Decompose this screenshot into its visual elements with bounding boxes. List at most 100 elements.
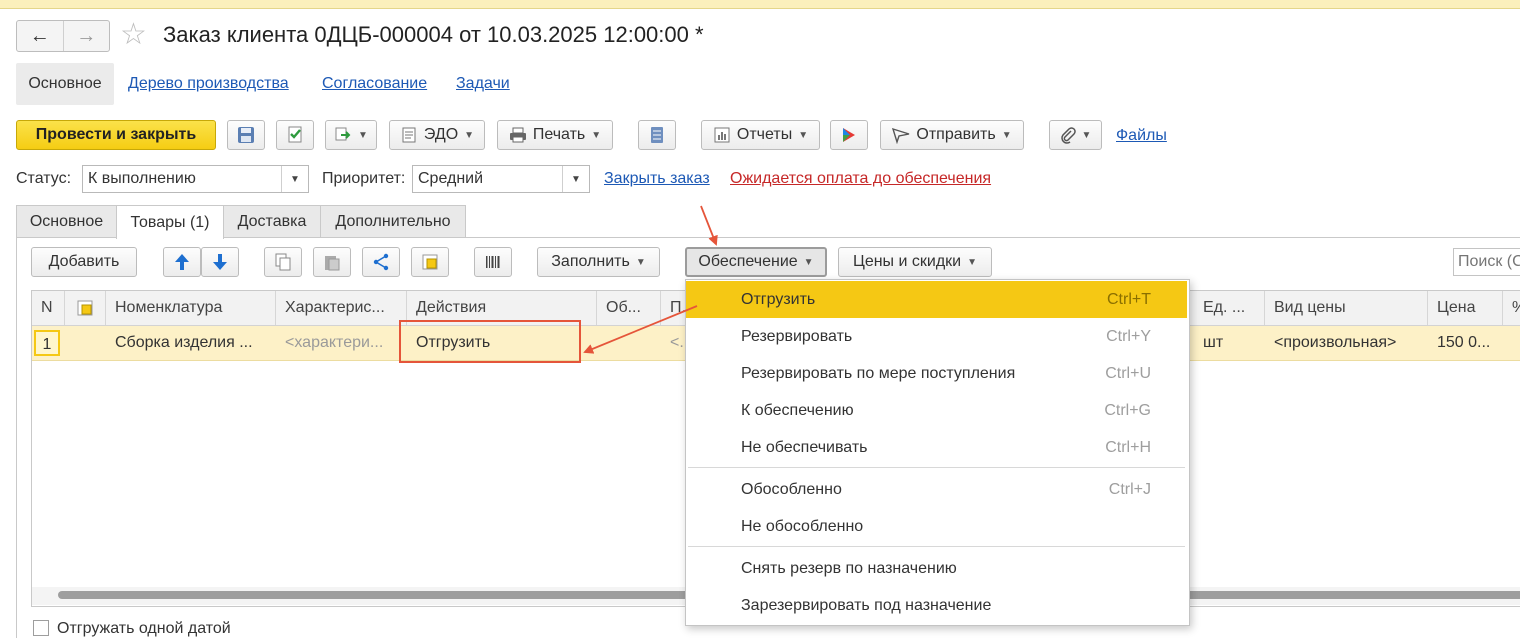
edo-button[interactable]: ЭДО ▼ <box>389 120 485 150</box>
menu-item-not-separately[interactable]: Не обособленно <box>686 508 1187 545</box>
copy-button[interactable] <box>264 247 302 277</box>
menu-item-reserve[interactable]: Резервировать Ctrl+Y <box>686 318 1187 355</box>
section-tab-production-tree-label[interactable]: Дерево производства <box>128 75 289 93</box>
column-header-select[interactable] <box>65 291 106 325</box>
column-header-n[interactable]: N <box>32 291 65 325</box>
tab-main[interactable]: Основное <box>16 205 117 237</box>
menu-item-do-not-provision[interactable]: Не обеспечивать Ctrl+H <box>686 429 1187 466</box>
priority-select[interactable]: Средний ▼ <box>412 165 590 193</box>
share-button[interactable] <box>362 247 400 277</box>
status-value: К выполнению <box>88 170 196 187</box>
characteristic-cell[interactable]: <характери... <box>276 326 407 360</box>
section-tab-approval-label[interactable]: Согласование <box>322 75 427 93</box>
search-input[interactable] <box>1453 248 1520 276</box>
barcode-button[interactable] <box>474 247 512 277</box>
create-based-on-button[interactable]: ▼ <box>325 120 377 150</box>
attachments-button[interactable]: ▼ <box>1049 120 1102 150</box>
column-header-price-type[interactable]: Вид цены <box>1265 291 1428 325</box>
menu-item-shortcut: Ctrl+U <box>1105 364 1151 382</box>
page-title: Заказ клиента 0ДЦБ-000004 от 10.03.2025 … <box>163 22 704 47</box>
section-tab-main[interactable]: Основное <box>16 63 114 105</box>
chevron-down-icon[interactable]: ▼ <box>562 166 589 192</box>
price-type-cell[interactable]: <произвольная> <box>1265 326 1428 360</box>
send-button[interactable]: Отправить ▼ <box>880 120 1024 150</box>
provision-label: Обеспечение <box>698 253 798 270</box>
menu-item-shortcut: Ctrl+J <box>1108 480 1151 498</box>
bitrix-button[interactable] <box>830 120 868 150</box>
chevron-down-icon: ▼ <box>798 129 809 141</box>
print-button[interactable]: Печать ▼ <box>497 120 613 150</box>
column-header-nomenclature[interactable]: Номенклатура <box>106 291 276 325</box>
save-button[interactable] <box>227 120 265 150</box>
section-tab-production-tree[interactable]: Дерево производства <box>128 63 289 105</box>
menu-item-to-provision[interactable]: К обеспечению Ctrl+G <box>686 392 1187 429</box>
prices-discounts-button[interactable]: Цены и скидки ▼ <box>838 247 992 277</box>
paperclip-icon <box>1060 127 1076 144</box>
star-icon[interactable]: ☆ <box>120 20 147 50</box>
reports-button[interactable]: Отчеты ▼ <box>701 120 820 150</box>
unit-cell[interactable]: шт <box>1194 326 1265 360</box>
print-label: Печать <box>532 126 586 143</box>
back-button[interactable]: ← <box>17 21 63 51</box>
close-order-link[interactable]: Закрыть заказ <box>604 170 710 188</box>
column-header-characteristic[interactable]: Характерис... <box>276 291 407 325</box>
menu-item-shortcut: Ctrl+Y <box>1106 327 1151 345</box>
awaiting-payment-link[interactable]: Ожидается оплата до обеспечения <box>730 170 991 188</box>
list-button[interactable] <box>638 120 676 150</box>
tab-additional[interactable]: Дополнительно <box>320 205 466 237</box>
row-number-cell[interactable]: 1 <box>34 326 64 360</box>
column-header-percent[interactable]: % <box>1503 291 1520 325</box>
chevron-down-icon[interactable]: ▼ <box>281 166 308 192</box>
menu-item-shortcut: Ctrl+T <box>1107 290 1151 308</box>
menu-item-label: Резервировать <box>741 327 853 345</box>
column-header-ob[interactable]: Об... <box>597 291 661 325</box>
provision-button[interactable]: Обеспечение ▼ <box>685 247 827 277</box>
create-based-icon <box>335 127 351 141</box>
ship-one-date-checkbox[interactable] <box>33 620 49 636</box>
status-select[interactable]: К выполнению ▼ <box>82 165 309 193</box>
nav-buttons: ← → <box>16 20 110 52</box>
select-button[interactable] <box>411 247 449 277</box>
list-icon <box>651 127 663 143</box>
move-up-button[interactable] <box>163 247 201 277</box>
fill-button[interactable]: Заполнить ▼ <box>537 247 660 277</box>
paste-button[interactable] <box>313 247 351 277</box>
tab-goods[interactable]: Товары (1) <box>116 205 224 239</box>
forward-arrow-icon: → <box>76 25 97 47</box>
menu-item-shortcut: Ctrl+G <box>1104 401 1151 419</box>
post-and-close-button[interactable]: Провести и закрыть <box>16 120 216 150</box>
section-tab-tasks[interactable]: Задачи <box>456 63 510 105</box>
menu-item-separately[interactable]: Обособленно Ctrl+J <box>686 471 1187 508</box>
edo-label: ЭДО <box>423 126 459 143</box>
chevron-down-icon: ▼ <box>358 129 368 141</box>
section-tab-approval[interactable]: Согласование <box>322 63 427 105</box>
post-button[interactable] <box>276 120 314 150</box>
edo-icon <box>402 127 416 143</box>
column-header-price[interactable]: Цена <box>1428 291 1503 325</box>
select-icon <box>422 254 438 270</box>
select-icon <box>77 300 93 316</box>
tab-delivery[interactable]: Доставка <box>223 205 321 237</box>
price-cell[interactable]: 150 0... <box>1428 326 1503 360</box>
chevron-down-icon: ▼ <box>591 129 602 141</box>
menu-item-label: Обособленно <box>741 480 842 498</box>
column-header-unit[interactable]: Ед. ... <box>1194 291 1265 325</box>
row-number: 1 <box>34 330 60 356</box>
print-icon <box>509 127 526 143</box>
section-tab-tasks-label[interactable]: Задачи <box>456 75 510 93</box>
menu-item-ship[interactable]: Отгрузить Ctrl+T <box>686 281 1187 318</box>
menu-item-remove-reserve[interactable]: Снять резерв по назначению <box>686 550 1187 587</box>
menu-item-reserve-for-purpose[interactable]: Зарезервировать под назначение <box>686 587 1187 624</box>
priority-value: Средний <box>418 170 484 187</box>
menu-item-label: К обеспечению <box>741 401 854 419</box>
reports-icon <box>714 127 730 143</box>
forward-button[interactable]: → <box>62 21 110 51</box>
nomenclature-cell[interactable]: Сборка изделия ... <box>106 326 276 360</box>
post-icon <box>288 126 302 143</box>
files-link[interactable]: Файлы <box>1116 127 1167 145</box>
menu-item-reserve-on-arrival[interactable]: Резервировать по мере поступления Ctrl+U <box>686 355 1187 392</box>
add-button[interactable]: Добавить <box>31 247 137 277</box>
chevron-down-icon: ▼ <box>1081 129 1092 141</box>
move-down-button[interactable] <box>201 247 239 277</box>
chevron-down-icon: ▼ <box>967 256 977 268</box>
